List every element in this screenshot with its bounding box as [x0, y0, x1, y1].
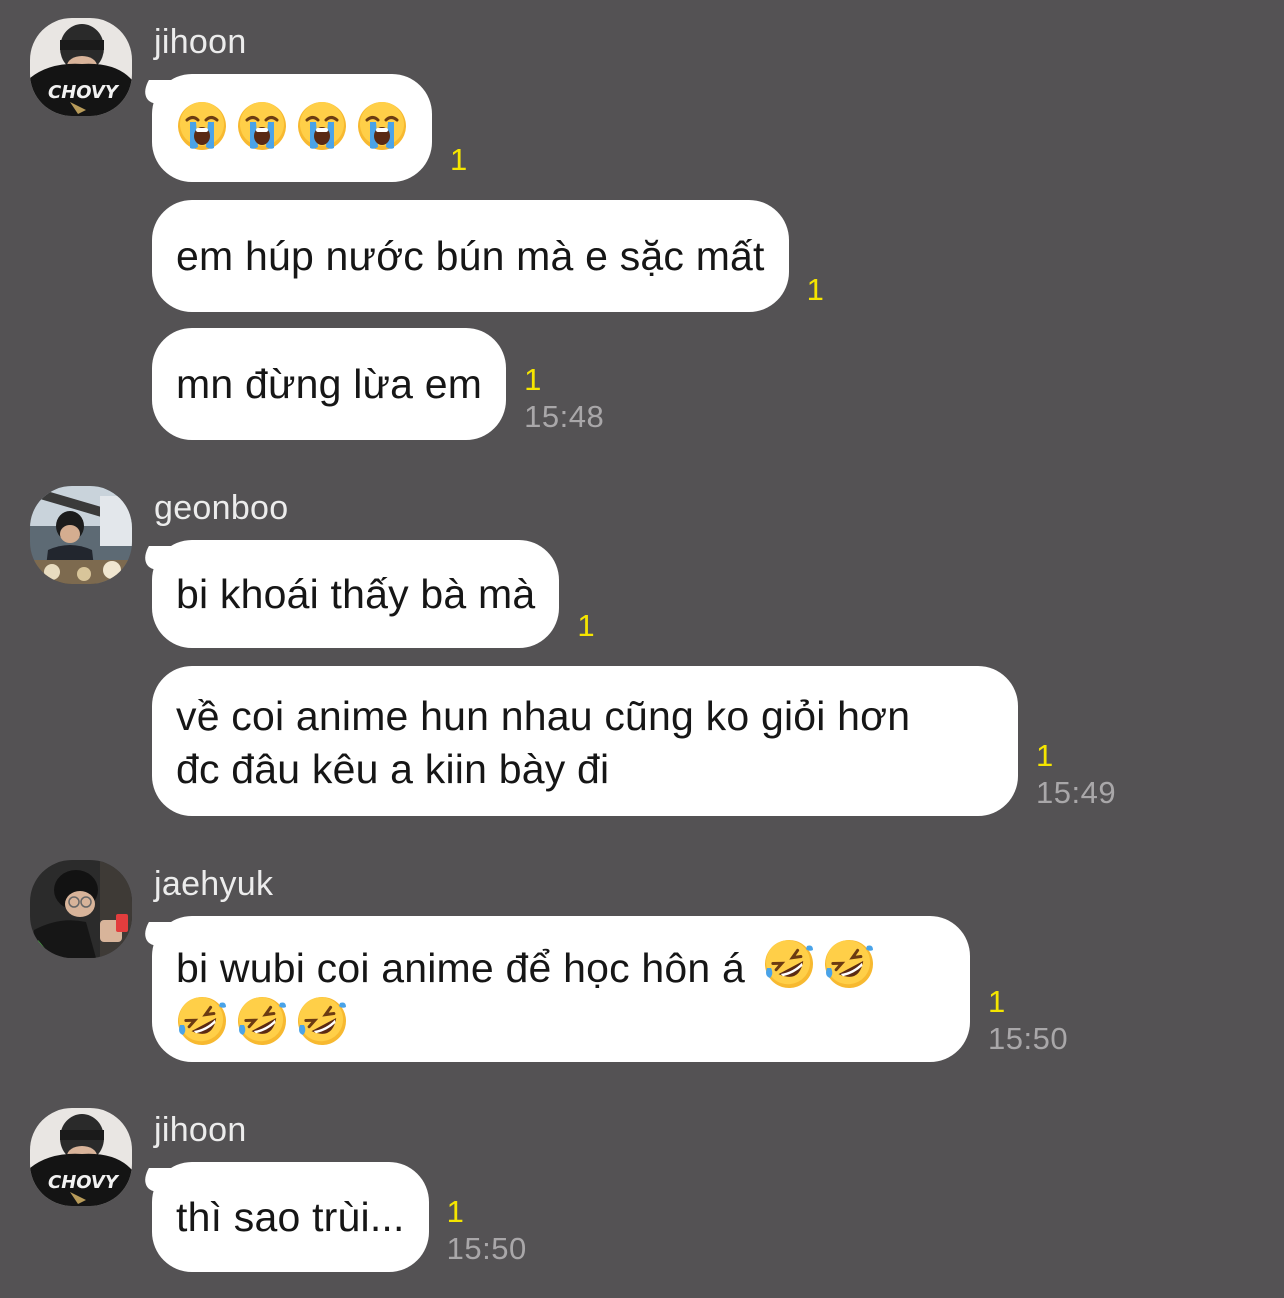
avatar-photo-jihoon: [30, 18, 132, 116]
message-meta: 1 15:49: [1036, 738, 1116, 816]
message-text: thì sao trùi...: [176, 1194, 405, 1240]
rolling-on-floor-laughing-icon: [763, 938, 815, 990]
unread-count: 1: [577, 608, 595, 643]
message-row: thì sao trùi... 1 15:50: [152, 1162, 527, 1272]
unread-count: 1: [446, 1194, 464, 1229]
message-meta: 1: [807, 272, 824, 312]
timestamp: 15:50: [446, 1231, 527, 1266]
timestamp: 15:48: [524, 399, 605, 434]
message-text-line: về coi anime hun nhau cũng ko giỏi hơn: [176, 693, 911, 739]
loudly-crying-face-icon: [296, 100, 348, 152]
message-row: bi wubi coi anime để học hôn á 1 15:50: [152, 916, 1068, 1062]
emoji-line: [176, 107, 408, 153]
message-bubble[interactable]: về coi anime hun nhau cũng ko giỏi hơn đ…: [152, 666, 1018, 816]
unread-count: 1: [450, 142, 468, 177]
message-row: về coi anime hun nhau cũng ko giỏi hơn đ…: [152, 666, 1116, 816]
message-text-line: đc đâu kêu a kiin bày đi: [176, 746, 610, 792]
message-row: em húp nước bún mà e sặc mất 1: [152, 200, 824, 312]
avatar[interactable]: [30, 18, 132, 116]
message-meta: 1 15:50: [988, 984, 1068, 1062]
message-meta: 1: [577, 608, 594, 648]
message-meta: 1: [450, 142, 467, 182]
message-text: mn đừng lừa em: [176, 361, 483, 407]
rolling-on-floor-laughing-icon: [176, 995, 228, 1047]
avatar-photo-jaehyuk: [30, 860, 132, 958]
avatar-photo-jihoon: [30, 1108, 132, 1206]
loudly-crying-face-icon: [176, 100, 228, 152]
message-meta: 1 15:50: [447, 1194, 527, 1272]
message-row: mn đừng lừa em 1 15:48: [152, 328, 604, 440]
message-bubble[interactable]: mn đừng lừa em: [152, 328, 507, 440]
message-bubble[interactable]: em húp nước bún mà e sặc mất: [152, 200, 789, 312]
rolling-on-floor-laughing-icon: [236, 995, 288, 1047]
sender-name[interactable]: jihoon: [154, 22, 247, 62]
unread-count: 1: [1036, 738, 1054, 773]
chat-log: jihoon 1 em húp nước bún mà e sặc mất 1 …: [0, 0, 1284, 1298]
timestamp: 15:49: [1036, 775, 1117, 810]
message-text: bi khoái thấy bà mà: [176, 571, 536, 617]
rolling-on-floor-laughing-icon: [296, 995, 348, 1047]
unread-count: 1: [806, 272, 824, 307]
message-row: 1: [152, 74, 467, 182]
message-row: bi khoái thấy bà mà 1: [152, 540, 595, 648]
unread-count: 1: [524, 362, 542, 397]
avatar-photo-geonboo: [30, 486, 132, 584]
sender-name[interactable]: geonboo: [154, 488, 288, 528]
rolling-on-floor-laughing-icon: [823, 938, 875, 990]
message-bubble[interactable]: bi wubi coi anime để học hôn á: [152, 916, 970, 1062]
avatar[interactable]: [30, 860, 132, 958]
timestamp: 15:50: [988, 1021, 1069, 1056]
message-bubble[interactable]: [152, 74, 432, 182]
message-bubble[interactable]: bi khoái thấy bà mà: [152, 540, 560, 648]
message-text: em húp nước bún mà e sặc mất: [176, 233, 765, 279]
avatar[interactable]: [30, 486, 132, 584]
loudly-crying-face-icon: [236, 100, 288, 152]
message-meta: 1 15:48: [524, 362, 604, 440]
loudly-crying-face-icon: [356, 100, 408, 152]
sender-name[interactable]: jaehyuk: [154, 864, 273, 904]
message-text: bi wubi coi anime để học hôn á: [176, 945, 745, 991]
unread-count: 1: [988, 984, 1006, 1019]
avatar[interactable]: [30, 1108, 132, 1206]
message-bubble[interactable]: thì sao trùi...: [152, 1162, 429, 1272]
sender-name[interactable]: jihoon: [154, 1110, 247, 1150]
